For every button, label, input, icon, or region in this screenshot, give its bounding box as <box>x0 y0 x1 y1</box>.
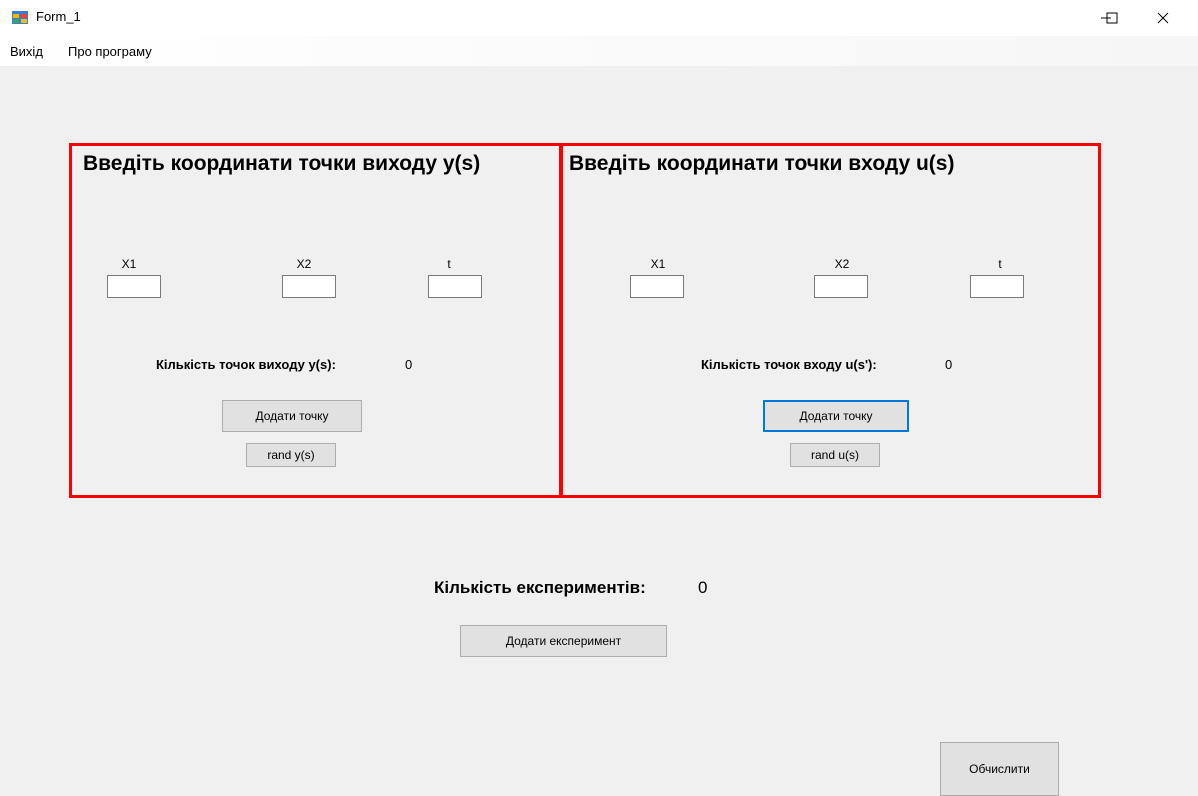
input-rand-button[interactable]: rand u(s) <box>790 443 880 467</box>
output-x1-input[interactable] <box>107 275 161 298</box>
input-add-point-button[interactable]: Додати точку <box>763 400 909 432</box>
app-icon <box>12 11 28 24</box>
experiments-count-label: Кількість експериментів: <box>434 578 646 597</box>
output-t-label: t <box>447 257 451 271</box>
output-panel-heading: Введіть координати точки виходу y(s) <box>83 152 481 175</box>
calculate-button[interactable]: Обчислити <box>940 742 1059 796</box>
add-experiment-button[interactable]: Додати експеримент <box>460 625 667 657</box>
input-count-value: 0 <box>945 357 953 372</box>
input-t-label: t <box>998 257 1002 271</box>
title-bar: Form_1 <box>0 0 1198 36</box>
input-t-input[interactable] <box>970 275 1024 298</box>
input-x1-input[interactable] <box>630 275 684 298</box>
menu-about[interactable]: Про програму <box>68 44 152 59</box>
input-point-panel: Введіть координати точки входу u(s) X1 X… <box>560 143 1101 498</box>
output-rand-button[interactable]: rand y(s) <box>246 443 336 467</box>
output-x2-label: X2 <box>296 257 312 271</box>
close-icon <box>1157 12 1169 24</box>
experiments-count-value: 0 <box>698 578 708 597</box>
output-count-value: 0 <box>405 357 413 372</box>
input-x2-input[interactable] <box>814 275 868 298</box>
window-title: Form_1 <box>36 9 81 24</box>
output-x2-input[interactable] <box>282 275 336 298</box>
output-x1-label: X1 <box>121 257 137 271</box>
input-panel-heading: Введіть координати точки входу u(s) <box>569 152 955 175</box>
input-x1-label: X1 <box>650 257 666 271</box>
menu-exit[interactable]: Вихід <box>10 44 43 59</box>
maximize-icon <box>1106 12 1118 24</box>
output-add-point-button[interactable]: Додати точку <box>222 400 362 432</box>
output-point-panel: Введіть координати точки виходу y(s) X1 … <box>69 143 562 498</box>
menu-bar: Вихід Про програму <box>0 36 1198 66</box>
input-x2-label: X2 <box>834 257 850 271</box>
output-t-input[interactable] <box>428 275 482 298</box>
output-count-label: Кількість точок виходу y(s): <box>156 357 336 372</box>
close-button[interactable] <box>1140 0 1186 36</box>
maximize-button-area[interactable] <box>1089 0 1135 36</box>
input-count-label: Кількість точок входу u(s'): <box>701 357 877 372</box>
